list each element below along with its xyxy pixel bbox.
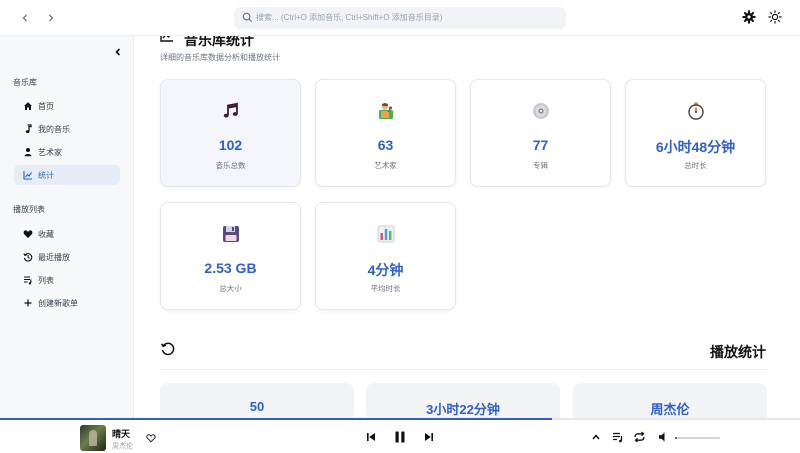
volume-slider[interactable] — [675, 437, 720, 439]
play-stats-title: 播放统计 — [710, 344, 766, 360]
sidebar-item-stats[interactable]: 统计 — [14, 165, 120, 185]
stat-value: 2.53 GB — [204, 260, 257, 276]
chart-icon — [23, 171, 32, 180]
sidebar-item-label: 艺术家 — [38, 148, 62, 157]
chart-icon — [160, 36, 173, 42]
sun-icon[interactable] — [768, 10, 782, 24]
floppy-disk-icon — [223, 226, 239, 242]
stat-label: 专辑 — [533, 161, 548, 170]
playlist-section-title: 播放列表 — [13, 205, 45, 214]
play-stat-value: 周杰伦 — [650, 402, 690, 417]
page-title: 音乐库统计 — [184, 36, 254, 48]
play-stat-value: 50 — [249, 399, 265, 414]
music-note-icon — [25, 124, 32, 133]
stat-card-tracks: 102 音乐总数 — [160, 79, 301, 187]
sidebar-item-label: 创建新歌单 — [38, 299, 78, 308]
queue-icon — [24, 276, 32, 285]
sidebar-collapse-button[interactable] — [114, 47, 122, 60]
search-icon — [242, 12, 253, 23]
sidebar-item-label: 我的音乐 — [38, 125, 70, 134]
singer-icon — [379, 103, 393, 119]
volume-icon[interactable] — [658, 431, 670, 443]
volume-fill — [675, 437, 678, 439]
stat-card-total-size: 2.53 GB 总大小 — [160, 202, 301, 310]
heart-icon — [23, 230, 33, 238]
back-button[interactable] — [16, 9, 34, 27]
song-title: 晴天 — [112, 429, 131, 439]
song-artist: 周杰伦 — [112, 443, 133, 450]
section-divider — [160, 369, 768, 370]
stat-card-albums: 77 专辑 — [470, 79, 611, 187]
previous-icon[interactable] — [366, 431, 376, 443]
play-stat-card: 3小时22分钟 — [366, 383, 560, 418]
progress-bar[interactable] — [0, 418, 800, 420]
chevron-left-icon — [115, 48, 121, 56]
chevron-right-icon — [49, 14, 54, 22]
stat-card-total-duration: 6小时48分钟 总时长 — [625, 79, 766, 187]
stat-value: 6小时48分钟 — [655, 139, 736, 155]
sidebar-item-label: 收藏 — [38, 230, 54, 239]
stat-label: 音乐总数 — [215, 161, 246, 170]
player-bar: 晴天 周杰伦 — [0, 418, 800, 453]
stat-card-artists: 63 艺术家 — [315, 79, 456, 187]
stat-label: 艺术家 — [374, 161, 397, 170]
sidebar: 音乐库 首页 我的音乐 艺术家 统计 播放列表 收藏 最近播放 列表 创建新歌单 — [0, 36, 134, 418]
next-icon[interactable] — [424, 431, 434, 443]
disc-icon — [533, 103, 549, 119]
history-icon — [23, 253, 33, 262]
sidebar-item-my-music[interactable]: 我的音乐 — [14, 119, 120, 139]
play-stat-card: 50 — [160, 383, 354, 418]
sidebar-item-label: 首页 — [38, 102, 54, 111]
plus-icon — [24, 299, 32, 307]
gear-icon[interactable] — [742, 10, 756, 24]
home-icon — [24, 102, 32, 110]
person-icon — [24, 148, 32, 157]
stat-value: 102 — [218, 137, 243, 153]
page-subtitle: 详细的音乐库数据分析和播放统计 — [160, 53, 280, 62]
heart-outline-icon[interactable] — [146, 433, 156, 443]
search-placeholder: 搜索... (Ctrl+O 添加音乐, Ctrl+Shift+O 添加音乐目录) — [256, 13, 443, 22]
repeat-icon[interactable] — [633, 431, 646, 443]
sidebar-item-label: 统计 — [38, 171, 54, 180]
forward-button[interactable] — [42, 9, 60, 27]
bar-chart-icon — [377, 225, 395, 243]
sidebar-item-home[interactable]: 首页 — [14, 96, 120, 116]
sidebar-item-favorites[interactable]: 收藏 — [14, 224, 120, 244]
search-input[interactable]: 搜索... (Ctrl+O 添加音乐, Ctrl+Shift+O 添加音乐目录) — [234, 7, 566, 29]
stat-value: 4分钟 — [367, 262, 404, 278]
stat-value: 63 — [377, 137, 394, 153]
sidebar-item-create-playlist[interactable]: 创建新歌单 — [14, 293, 120, 313]
main-content: 音乐库统计 详细的音乐库数据分析和播放统计 102 音乐总数 63 艺术家 77… — [134, 36, 800, 418]
sidebar-item-queue[interactable]: 列表 — [14, 270, 120, 290]
play-stat-card: 周杰伦 — [573, 383, 767, 418]
stat-label: 总大小 — [219, 284, 242, 293]
stat-card-average-duration: 4分钟 平均时长 — [315, 202, 456, 310]
sidebar-item-artists[interactable]: 艺术家 — [14, 142, 120, 162]
chevron-up-icon[interactable] — [591, 431, 601, 443]
top-bar: 搜索... (Ctrl+O 添加音乐, Ctrl+Shift+O 添加音乐目录) — [0, 0, 800, 36]
music-notes-icon — [223, 102, 238, 118]
pause-icon[interactable] — [393, 430, 407, 444]
chevron-left-icon — [22, 14, 27, 22]
album-cover[interactable] — [80, 425, 106, 451]
queue-icon[interactable] — [612, 431, 624, 443]
progress-fill — [0, 418, 552, 420]
sidebar-item-label: 列表 — [38, 276, 54, 285]
play-stat-value: 3小时22分钟 — [426, 402, 500, 417]
stat-value: 77 — [532, 137, 549, 153]
stat-label: 平均时长 — [370, 284, 401, 293]
history-icon — [160, 342, 175, 356]
stopwatch-icon — [688, 102, 704, 120]
sidebar-item-recent[interactable]: 最近播放 — [14, 247, 120, 267]
sidebar-item-label: 最近播放 — [38, 253, 70, 262]
stat-label: 总时长 — [684, 161, 707, 170]
library-section-title: 音乐库 — [13, 78, 37, 87]
